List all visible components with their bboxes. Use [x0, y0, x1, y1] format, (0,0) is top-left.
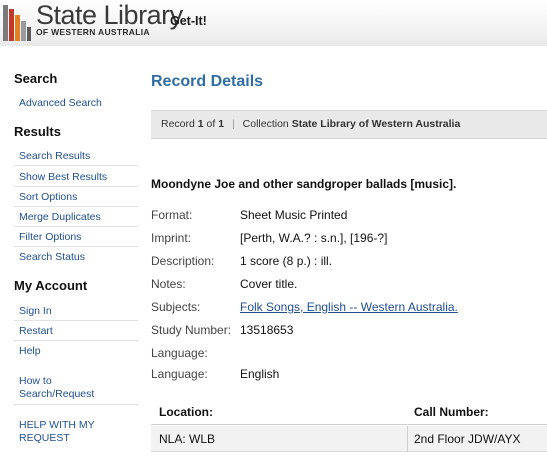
sidebar-item-how-to-search[interactable]: How to Search/Request — [19, 375, 119, 401]
record-title: Moondyne Joe and other sandgroper ballad… — [151, 177, 457, 191]
divider — [14, 340, 138, 341]
sidebar-item-restart[interactable]: Restart — [19, 325, 137, 338]
divider — [14, 226, 138, 227]
sidebar-item-advanced-search[interactable]: Advanced Search — [19, 97, 137, 110]
field-label-language: Language: — [151, 346, 208, 360]
record-of-word: of — [206, 118, 216, 130]
sidebar-item-merge-duplicates[interactable]: Merge Duplicates — [19, 211, 137, 224]
sidebar-item-search-results[interactable]: Search Results — [19, 150, 137, 163]
holdings-header-row: Location: Call Number: — [151, 398, 547, 425]
field-value-notes: Cover title. — [240, 277, 298, 291]
collection-value: State Library of Western Australia — [291, 118, 461, 130]
field-label-format: Format: — [151, 208, 193, 222]
sidebar-heading-my-account: My Account — [14, 278, 88, 293]
field-label-subjects: Subjects: — [151, 300, 201, 314]
field-label-language: Language: — [151, 367, 208, 381]
subject-link[interactable]: Folk Songs, English -- Western Australia… — [240, 300, 458, 314]
table-row: NLA: WLB 2nd Floor JDW/AYX — [151, 426, 547, 452]
sidebar-item-filter-options[interactable]: Filter Options — [19, 231, 137, 244]
field-label-imprint: Imprint: — [151, 231, 192, 245]
divider — [14, 404, 138, 405]
library-logo-icon[interactable] — [3, 5, 31, 41]
page-title: Record Details — [151, 73, 264, 90]
record-navigation-bar: Record 1 of 1 | Collection State Library… — [151, 110, 547, 139]
sidebar-heading-search: Search — [14, 71, 58, 86]
record-total: 1 — [218, 118, 225, 130]
field-value-study-number: 13518653 — [240, 323, 294, 337]
column-header-call-number: Call Number: — [414, 405, 489, 419]
collection-label: Collection — [242, 118, 289, 130]
logo-title[interactable]: State Library — [36, 0, 183, 30]
sidebar-heading-results: Results — [14, 124, 61, 139]
field-value-imprint: [Perth, W.A.? : s.n.], [196-?] — [240, 231, 388, 245]
sidebar-item-help-with-request[interactable]: HELP WITH MY REQUEST — [19, 419, 119, 445]
divider — [14, 206, 138, 207]
record-current: 1 — [197, 118, 204, 130]
field-value-language: English — [240, 367, 280, 381]
field-label-notes: Notes: — [151, 277, 186, 291]
field-label-description: Description: — [151, 254, 215, 268]
logo-subtitle: OF WESTERN AUSTRALIA — [36, 27, 150, 37]
divider — [14, 186, 138, 187]
holding-call-number: 2nd Floor JDW/AYX — [414, 432, 521, 446]
sidebar-item-help[interactable]: Help — [19, 345, 137, 358]
divider — [14, 320, 138, 321]
sidebar-item-sort-options[interactable]: Sort Options — [19, 191, 137, 204]
app-name: Get-It! — [170, 14, 207, 28]
divider — [14, 246, 138, 247]
holding-location: NLA: WLB — [159, 432, 216, 446]
sidebar: Search Advanced Search Results Search Re… — [0, 46, 138, 468]
sidebar-item-show-best-results[interactable]: Show Best Results — [19, 171, 137, 184]
sidebar-item-search-status[interactable]: Search Status — [19, 251, 137, 264]
column-header-location: Location: — [159, 405, 213, 419]
field-label-study-number: Study Number: — [151, 323, 232, 337]
field-value-description: 1 score (8 p.) : ill. — [240, 254, 333, 268]
record-word: Record — [161, 118, 195, 130]
sidebar-item-sign-in[interactable]: Sign In — [19, 305, 137, 318]
divider — [407, 426, 408, 452]
site-header: State Library OF WESTERN AUSTRALIA Get-I… — [0, 0, 547, 46]
field-value-format: Sheet Music Printed — [240, 208, 348, 222]
separator: | — [232, 118, 235, 130]
divider — [14, 165, 138, 166]
